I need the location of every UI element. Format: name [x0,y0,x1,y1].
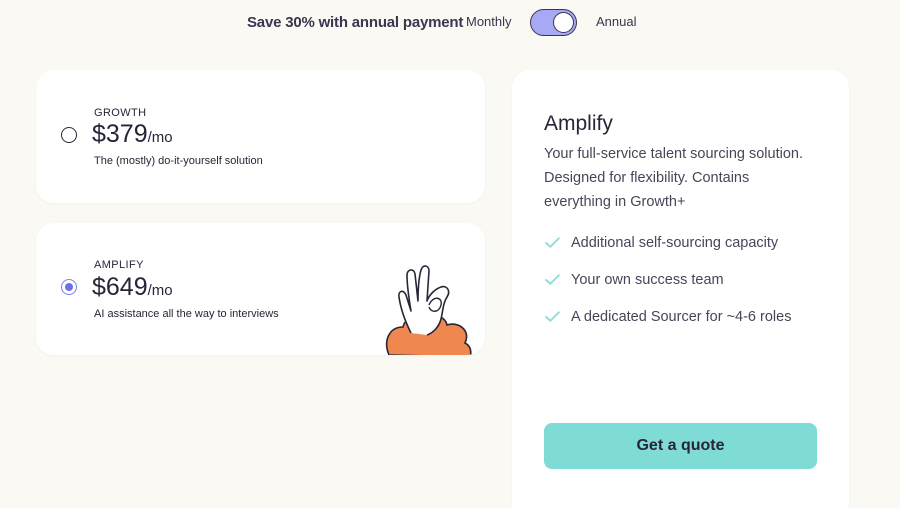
detail-description: Your full-service talent sourcing soluti… [544,146,803,210]
feature-item: A dedicated Sourcer for ~4-6 roles [544,298,791,335]
feature-list: Additional self-sourcing capacity Your o… [544,224,791,335]
price-amount: $649 [92,273,148,301]
plan-card-amplify[interactable]: AMPLIFY $649/mo AI assistance all the wa… [36,223,485,355]
plan-name: GROWTH [94,107,147,119]
radio-selected-dot [64,282,73,291]
get-quote-button[interactable]: Get a quote [544,423,817,469]
plan-name: AMPLIFY [94,259,144,271]
plan-radio-growth[interactable] [61,127,77,143]
check-icon [545,311,560,322]
plan-card-growth[interactable]: GROWTH $379/mo The (mostly) do-it-yourse… [36,70,485,203]
plan-tagline: The (mostly) do-it-yourself solution [94,155,263,167]
ok-hand-illustration [385,265,472,355]
feature-text: Additional self-sourcing capacity [571,234,779,251]
annual-label[interactable]: Annual [596,14,636,29]
plan-tagline: AI assistance all the way to interviews [94,308,279,320]
detail-title: Amplify [544,112,613,135]
save-promo-text: Save 30% with annual payment [247,14,464,31]
billing-toggle-bar: Save 30% with annual payment Monthly Ann… [0,0,900,46]
billing-period-toggle[interactable] [530,9,577,36]
price-period: /mo [147,129,173,146]
check-icon [545,237,560,248]
feature-text: A dedicated Sourcer for ~4-6 roles [571,308,792,325]
price-amount: $379 [92,120,148,148]
feature-item: Additional self-sourcing capacity [544,224,791,261]
toggle-knob [553,11,574,33]
plan-price: $379/mo [92,120,173,149]
plan-price: $649/mo [92,273,173,302]
monthly-label[interactable]: Monthly [466,14,512,29]
price-period: /mo [147,282,173,299]
plan-radio-amplify[interactable] [61,279,77,295]
plan-detail-panel: Amplify Your full-service talent sourcin… [512,70,849,508]
feature-item: Your own success team [544,261,791,298]
check-icon [545,274,560,285]
feature-text: Your own success team [571,271,724,288]
